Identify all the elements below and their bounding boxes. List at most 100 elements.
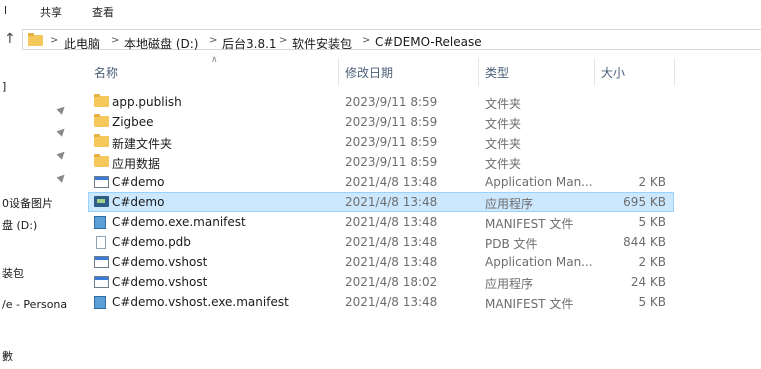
navigation-pane: ] ▲ ▲ ▲ ▲ 0设备图片 盘 (D:) 装包 /e - Persona 數	[0, 52, 80, 369]
manifest-file-icon	[94, 216, 106, 229]
file-type: 文件夹	[485, 97, 522, 111]
file-size: 695 KB	[623, 195, 666, 209]
chevron-right-icon[interactable]: >	[50, 35, 58, 46]
file-type: MANIFEST 文件	[485, 217, 574, 231]
folder-icon	[94, 134, 109, 147]
address-bar-row: ↑ > 此电脑 > 本地磁盘 (D:) > 后台3.8.1 > 软件安装包 > …	[0, 26, 761, 52]
nav-item-installers[interactable]: 装包	[2, 265, 24, 281]
file-type: 文件夹	[485, 137, 522, 151]
file-size: 24 KB	[630, 275, 666, 289]
file-size: 5 KB	[638, 215, 666, 229]
nav-item-device-pictures[interactable]: 0设备图片	[2, 195, 53, 211]
file-row[interactable]: C#demo.vshost.exe.manifest 2021/4/8 13:4…	[88, 292, 674, 312]
exe-icon	[94, 196, 109, 207]
folder-icon	[94, 114, 109, 127]
column-divider[interactable]	[338, 58, 339, 86]
manifest-file-icon	[94, 296, 106, 309]
nav-item-onedrive-personal[interactable]: /e - Persona	[2, 298, 67, 311]
file-row[interactable]: C#demo.pdb 2021/4/8 13:48 PDB 文件 844 KB	[88, 232, 674, 252]
pin-icon: ▲	[55, 147, 69, 162]
file-type: PDB 文件	[485, 237, 538, 251]
file-name: C#demo	[112, 175, 165, 189]
file-name: 应用数据	[112, 157, 161, 171]
document-icon	[96, 236, 106, 249]
file-name: app.publish	[112, 95, 182, 109]
file-date: 2021/4/8 13:48	[345, 175, 438, 189]
file-row[interactable]: C#demo.exe.manifest 2021/4/8 13:48 MANIF…	[88, 212, 674, 232]
ribbon-tab-partial[interactable]: l	[4, 4, 7, 17]
sort-ascending-icon: ∧	[211, 55, 218, 65]
chevron-right-icon[interactable]: >	[362, 35, 370, 46]
breadcrumb-local-disk[interactable]: 本地磁盘 (D:)	[124, 35, 198, 52]
file-name: C#demo	[112, 195, 165, 209]
file-type: 应用程序	[485, 277, 534, 291]
file-row[interactable]: app.publish 2023/9/11 8:59 文件夹	[88, 92, 674, 112]
file-date: 2021/4/8 13:48	[345, 215, 438, 229]
file-date: 2021/4/8 13:48	[345, 295, 438, 309]
file-name: C#demo.vshost	[112, 255, 208, 269]
file-size: 2 KB	[638, 255, 666, 269]
file-date: 2023/9/11 8:59	[345, 115, 438, 129]
file-row[interactable]: Zigbee 2023/9/11 8:59 文件夹	[88, 112, 674, 132]
ribbon-tabs: l 共享 查看	[0, 0, 761, 22]
file-name: C#demo.vshost	[112, 275, 208, 289]
file-size: 5 KB	[638, 295, 666, 309]
column-divider[interactable]	[594, 58, 595, 86]
application-manifest-icon	[94, 176, 109, 188]
file-name: 新建文件夹	[112, 137, 173, 151]
file-date: 2023/9/11 8:59	[345, 95, 438, 109]
breadcrumb-installers[interactable]: 软件安装包	[292, 35, 352, 52]
column-header-name[interactable]: 名称	[94, 64, 118, 81]
column-header-size[interactable]: 大小	[601, 64, 625, 81]
chevron-right-icon[interactable]: >	[279, 35, 287, 46]
vshost-exe-icon	[94, 276, 109, 288]
nav-item[interactable]: ]	[2, 80, 6, 93]
pin-icon: ▲	[55, 170, 69, 185]
pin-icon: ▲	[55, 102, 69, 117]
ribbon-tab-view[interactable]: 查看	[92, 4, 114, 20]
column-header-date[interactable]: 修改日期	[345, 64, 393, 81]
file-date: 2021/4/8 13:48	[345, 235, 438, 249]
file-row[interactable]: C#demo 2021/4/8 13:48 Application Man...…	[88, 172, 674, 192]
column-divider[interactable]	[674, 58, 675, 86]
file-date: 2023/9/11 8:59	[345, 135, 438, 149]
file-type: MANIFEST 文件	[485, 297, 574, 311]
breadcrumb-this-pc[interactable]: 此电脑	[64, 35, 100, 52]
address-bar[interactable]: > 此电脑 > 本地磁盘 (D:) > 后台3.8.1 > 软件安装包 > C#…	[22, 29, 761, 52]
nav-item-drive-d[interactable]: 盘 (D:)	[2, 217, 37, 233]
nav-item-partial[interactable]: 數	[2, 348, 13, 364]
folder-icon	[94, 154, 109, 167]
file-date: 2023/9/11 8:59	[345, 155, 438, 169]
chevron-right-icon[interactable]: >	[209, 35, 217, 46]
file-row[interactable]: 应用数据 2023/9/11 8:59 文件夹	[88, 152, 674, 172]
breadcrumb-current-folder[interactable]: C#DEMO-Release	[375, 35, 482, 49]
pin-icon: ▲	[55, 124, 69, 139]
column-header-type[interactable]: 类型	[485, 64, 509, 81]
file-row[interactable]: C#demo.vshost 2021/4/8 18:02 应用程序 24 KB	[88, 272, 674, 292]
file-name: Zigbee	[112, 115, 154, 129]
file-name: C#demo.pdb	[112, 235, 191, 249]
file-type: 文件夹	[485, 157, 522, 171]
file-row-selected[interactable]: C#demo 2021/4/8 13:48 应用程序 695 KB	[88, 192, 674, 212]
file-type: 文件夹	[485, 117, 522, 131]
chevron-right-icon[interactable]: >	[111, 35, 119, 46]
file-name: C#demo.vshost.exe.manifest	[112, 295, 289, 309]
folder-icon	[94, 94, 109, 107]
file-date: 2021/4/8 13:48	[345, 195, 438, 209]
breadcrumb-backend[interactable]: 后台3.8.1	[222, 35, 277, 52]
file-row[interactable]: C#demo.vshost 2021/4/8 13:48 Application…	[88, 252, 674, 272]
file-size: 844 KB	[623, 235, 666, 249]
file-name: C#demo.exe.manifest	[112, 215, 246, 229]
file-row[interactable]: 新建文件夹 2023/9/11 8:59 文件夹	[88, 132, 674, 152]
ribbon-tab-share[interactable]: 共享	[40, 4, 62, 20]
application-manifest-icon	[94, 256, 109, 268]
up-arrow-icon[interactable]: ↑	[4, 31, 16, 47]
file-size: 2 KB	[638, 175, 666, 189]
file-type: Application Man...	[485, 255, 593, 269]
file-date: 2021/4/8 13:48	[345, 255, 438, 269]
column-divider[interactable]	[478, 58, 479, 86]
file-type: Application Man...	[485, 175, 593, 189]
file-type: 应用程序	[485, 197, 534, 211]
folder-icon	[28, 33, 43, 46]
file-date: 2021/4/8 18:02	[345, 275, 438, 289]
